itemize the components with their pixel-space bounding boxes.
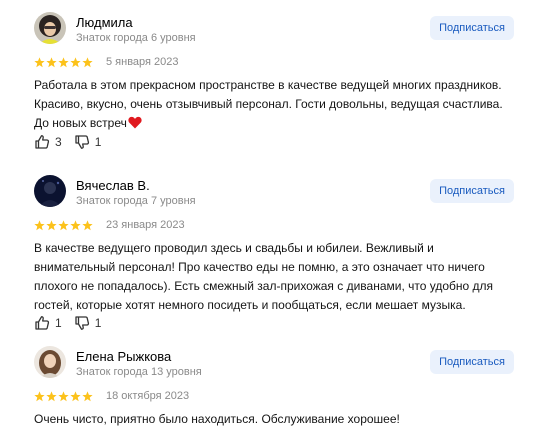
like-button[interactable]: 3 <box>34 134 62 150</box>
like-count: 1 <box>55 316 62 330</box>
author-level: Знаток города 6 уровня <box>76 32 196 44</box>
thumbs-up-icon <box>35 316 50 330</box>
star-icon <box>70 390 81 401</box>
author-name[interactable]: Елена Рыжкова <box>76 349 171 364</box>
star-icon <box>82 56 93 67</box>
star-icon <box>46 390 57 401</box>
review-date: 18 октября 2023 <box>106 390 190 402</box>
star-icon <box>70 219 81 230</box>
dislike-button[interactable]: 1 <box>74 315 102 331</box>
like-count: 3 <box>55 135 62 149</box>
star-icon <box>58 219 69 230</box>
review-date: 5 января 2023 <box>106 56 179 68</box>
author-level: Знаток города 7 уровня <box>76 195 196 207</box>
avatar[interactable] <box>34 12 66 44</box>
avatar[interactable] <box>34 175 66 207</box>
review-meta: 18 октября 2023 <box>34 389 189 403</box>
rating-stars <box>34 390 93 402</box>
author-name[interactable]: Вячеслав В. <box>76 178 150 193</box>
subscribe-button[interactable]: Подписаться <box>430 350 514 374</box>
dislike-count: 1 <box>94 316 102 330</box>
rating-stars <box>34 56 93 68</box>
review-date: 23 января 2023 <box>106 219 185 231</box>
star-icon <box>58 390 69 401</box>
subscribe-button[interactable]: Подписаться <box>430 179 514 203</box>
star-icon <box>34 219 45 230</box>
thumbs-down-icon <box>75 135 89 149</box>
dislike-count: 1 <box>94 135 102 149</box>
review-text: В качестве ведущего проводил здесь и сва… <box>34 241 494 312</box>
rating-stars <box>34 219 93 231</box>
review-text: Очень чисто, приятно было находиться. Об… <box>34 412 400 426</box>
avatar[interactable] <box>34 346 66 378</box>
star-icon <box>82 390 93 401</box>
author-name[interactable]: Людмила <box>76 15 133 30</box>
review-text-body: Работала в этом прекрасном пространстве … <box>34 78 503 130</box>
reactions: 3 1 <box>34 132 101 152</box>
reactions: 1 1 <box>34 313 101 333</box>
star-icon <box>82 219 93 230</box>
review-text: Работала в этом прекрасном пространстве … <box>34 76 510 133</box>
star-icon <box>34 390 45 401</box>
subscribe-button[interactable]: Подписаться <box>430 16 514 40</box>
star-icon <box>46 219 57 230</box>
star-icon <box>70 56 81 67</box>
author-level: Знаток города 13 уровня <box>76 366 202 378</box>
heart-emoji-icon <box>128 116 142 129</box>
dislike-button[interactable]: 1 <box>74 134 102 150</box>
thumbs-down-icon <box>75 316 89 330</box>
review-meta: 5 января 2023 <box>34 55 179 69</box>
review-meta: 23 января 2023 <box>34 218 185 232</box>
thumbs-up-icon <box>35 135 50 149</box>
like-button[interactable]: 1 <box>34 315 62 331</box>
star-icon <box>46 56 57 67</box>
star-icon <box>34 56 45 67</box>
star-icon <box>58 56 69 67</box>
